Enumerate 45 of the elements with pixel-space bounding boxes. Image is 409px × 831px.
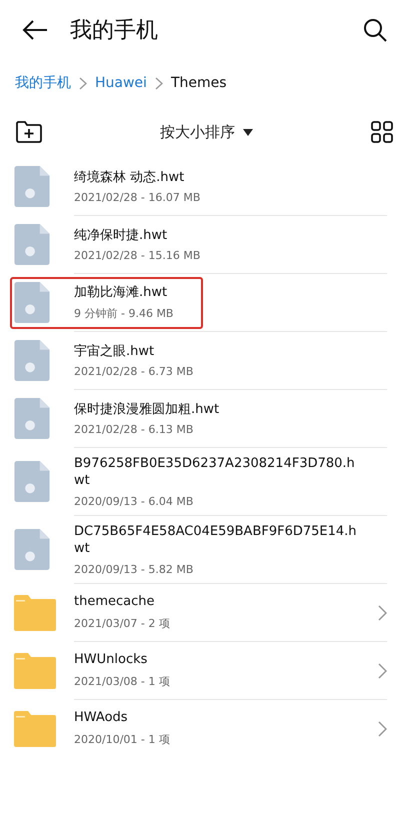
file-icon [14, 224, 50, 266]
back-arrow-icon[interactable] [22, 19, 48, 41]
file-name[interactable]: 保时捷浪漫雅圆加粗.hwt [74, 402, 220, 418]
file-name[interactable]: DC75B65F4E58AC04E59BABF9F6D75E14.hwt [74, 524, 357, 558]
chevron-icon[interactable] [378, 604, 387, 621]
file-name[interactable]: themecache [74, 594, 170, 611]
file-icon [14, 461, 50, 502]
folder-icon [14, 652, 56, 689]
file-name[interactable]: HWUnlocks [74, 652, 170, 669]
file-meta: 2020/09/13 - 5.82 MB [74, 562, 194, 576]
file-meta: 2020/10/01 - 1 项 [74, 732, 170, 747]
search-icon[interactable] [363, 18, 387, 42]
breadcrumb-link[interactable]: Themes [170, 75, 227, 91]
breadcrumb-link[interactable]: Huawei [95, 75, 147, 91]
sort-dropdown[interactable]: 按大小排序 [156, 118, 257, 146]
file-icon [14, 166, 50, 208]
file-meta: 2021/02/28 - 15.16 MB [74, 249, 200, 262]
file-meta: 2021/03/07 - 2 项 [74, 616, 170, 631]
file-icon [14, 529, 50, 570]
file-name[interactable]: 宇宙之眼.hwt [74, 344, 194, 360]
chevron-icon [154, 76, 163, 90]
file-name[interactable]: 加勒比海滩.hwt [74, 284, 174, 302]
grid-view-icon[interactable] [371, 121, 393, 143]
chevron-icon[interactable] [378, 720, 387, 737]
breadcrumb-link[interactable]: 我的手机 [15, 74, 71, 92]
chevron-icon [79, 76, 87, 90]
file-name[interactable]: HWAods [74, 710, 170, 727]
file-meta: 9 分钟前 - 9.46 MB [74, 306, 174, 322]
file-icon [14, 282, 50, 324]
caret-icon [243, 128, 253, 136]
file-name[interactable]: B976258FB0E35D6237A2308214F3D780.hwt [74, 456, 357, 490]
file-name[interactable]: 纯净保时捷.hwt [74, 228, 200, 244]
folder-icon [14, 710, 56, 747]
file-meta: 2021/02/28 - 6.73 MB [74, 365, 194, 378]
chevron-icon[interactable] [378, 662, 387, 679]
file-icon [14, 398, 50, 440]
new-folder-icon[interactable] [16, 121, 42, 143]
file-meta: 2021/03/08 - 1 项 [74, 674, 170, 689]
folder-icon [14, 594, 56, 631]
file-name[interactable]: 绮境森林 动态.hwt [74, 170, 200, 186]
file-meta: 2021/02/28 - 16.07 MB [74, 191, 200, 204]
file-icon [14, 340, 50, 382]
file-meta: 2020/09/13 - 6.04 MB [74, 494, 194, 508]
page-title: 我的手机 [70, 17, 159, 45]
file-meta: 2021/02/28 - 6.13 MB [74, 423, 194, 436]
